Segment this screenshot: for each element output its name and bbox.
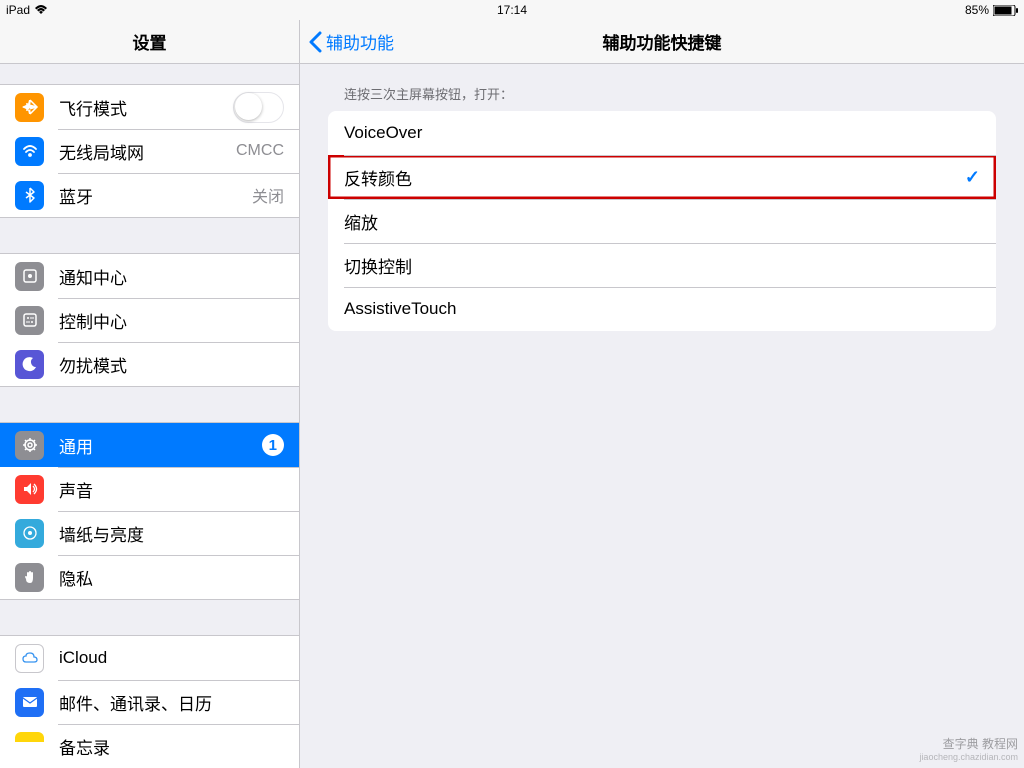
option-label: 缩放 bbox=[344, 209, 378, 234]
watermark: 查字典 教程网 jiaocheng.chazidian.com bbox=[919, 737, 1018, 764]
row-label: 勿扰模式 bbox=[59, 352, 284, 377]
status-time: 17:14 bbox=[497, 3, 527, 17]
sidebar-item-bluetooth[interactable]: 蓝牙 关闭 bbox=[0, 173, 299, 217]
row-label: 邮件、通讯录、日历 bbox=[59, 690, 284, 715]
airplane-icon bbox=[15, 93, 44, 122]
sound-icon bbox=[15, 475, 44, 504]
mail-icon bbox=[15, 688, 44, 717]
sidebar-title: 设置 bbox=[0, 20, 299, 64]
watermark-line1: 查字典 教程网 bbox=[919, 737, 1018, 753]
watermark-line2: jiaocheng.chazidian.com bbox=[919, 752, 1018, 764]
row-label: 飞行模式 bbox=[59, 95, 233, 120]
airplane-toggle[interactable] bbox=[233, 92, 284, 123]
main-title: 辅助功能快捷键 bbox=[603, 29, 722, 54]
sidebar: 设置 飞行模式 无线局域网 CMCC 蓝牙 关闭 bbox=[0, 20, 300, 768]
row-label: 通用 bbox=[59, 433, 262, 458]
section-header: 连按三次主屏幕按钮，打开： bbox=[328, 64, 996, 111]
wallpaper-icon bbox=[15, 519, 44, 548]
row-label: 隐私 bbox=[59, 565, 284, 590]
bluetooth-icon bbox=[15, 181, 44, 210]
battery-icon bbox=[993, 5, 1018, 16]
status-bar: iPad 17:14 85% bbox=[0, 0, 1024, 20]
sidebar-item-notes[interactable]: 备忘录 bbox=[0, 724, 299, 768]
battery-percent: 85% bbox=[965, 3, 989, 17]
sidebar-item-icloud[interactable]: iCloud bbox=[0, 636, 299, 680]
sidebar-item-control-center[interactable]: 控制中心 bbox=[0, 298, 299, 342]
row-label: 控制中心 bbox=[59, 308, 284, 333]
back-button[interactable]: 辅助功能 bbox=[308, 29, 394, 54]
option-assistivetouch[interactable]: AssistiveTouch bbox=[328, 287, 996, 331]
row-label: 墙纸与亮度 bbox=[59, 521, 284, 546]
sidebar-item-general[interactable]: 通用 1 bbox=[0, 423, 299, 467]
row-label: 蓝牙 bbox=[59, 183, 252, 208]
wifi-icon bbox=[34, 5, 48, 15]
control-center-icon bbox=[15, 306, 44, 335]
options-list: VoiceOver 反转颜色 ✓ 缩放 切换控制 AssistiveTouch bbox=[328, 111, 996, 331]
row-label: 无线局域网 bbox=[59, 139, 236, 164]
sidebar-item-privacy[interactable]: 隐私 bbox=[0, 555, 299, 599]
notifications-icon bbox=[15, 262, 44, 291]
chevron-left-icon bbox=[308, 31, 322, 53]
sidebar-item-sounds[interactable]: 声音 bbox=[0, 467, 299, 511]
badge: 1 bbox=[262, 434, 284, 456]
back-label: 辅助功能 bbox=[326, 29, 394, 54]
option-label: 反转颜色 bbox=[344, 165, 412, 190]
sidebar-item-dnd[interactable]: 勿扰模式 bbox=[0, 342, 299, 386]
gear-icon bbox=[15, 431, 44, 460]
row-label: 声音 bbox=[59, 477, 284, 502]
notes-icon bbox=[15, 732, 44, 761]
sidebar-item-notifications[interactable]: 通知中心 bbox=[0, 254, 299, 298]
option-label: 切换控制 bbox=[344, 253, 412, 278]
row-label: 通知中心 bbox=[59, 264, 284, 289]
main-header: 辅助功能 辅助功能快捷键 bbox=[300, 20, 1024, 64]
sidebar-item-airplane[interactable]: 飞行模式 bbox=[0, 85, 299, 129]
sidebar-item-wifi[interactable]: 无线局域网 CMCC bbox=[0, 129, 299, 173]
device-label: iPad bbox=[6, 3, 30, 17]
option-switch-control[interactable]: 切换控制 bbox=[328, 243, 996, 287]
checkmark-icon: ✓ bbox=[965, 167, 980, 188]
row-value: CMCC bbox=[236, 142, 284, 160]
sidebar-item-mail[interactable]: 邮件、通讯录、日历 bbox=[0, 680, 299, 724]
row-label: 备忘录 bbox=[59, 734, 284, 759]
row-label: iCloud bbox=[59, 648, 284, 668]
wifi-icon bbox=[15, 137, 44, 166]
hand-icon bbox=[15, 563, 44, 592]
option-label: VoiceOver bbox=[344, 123, 422, 143]
moon-icon bbox=[15, 350, 44, 379]
sidebar-item-wallpaper[interactable]: 墙纸与亮度 bbox=[0, 511, 299, 555]
option-voiceover[interactable]: VoiceOver bbox=[328, 111, 996, 155]
main-panel: 辅助功能 辅助功能快捷键 连按三次主屏幕按钮，打开： VoiceOver 反转颜… bbox=[300, 20, 1024, 768]
cloud-icon bbox=[15, 644, 44, 673]
option-label: AssistiveTouch bbox=[344, 299, 456, 319]
row-value: 关闭 bbox=[252, 183, 284, 207]
option-invert-colors[interactable]: 反转颜色 ✓ bbox=[328, 155, 996, 199]
option-zoom[interactable]: 缩放 bbox=[328, 199, 996, 243]
